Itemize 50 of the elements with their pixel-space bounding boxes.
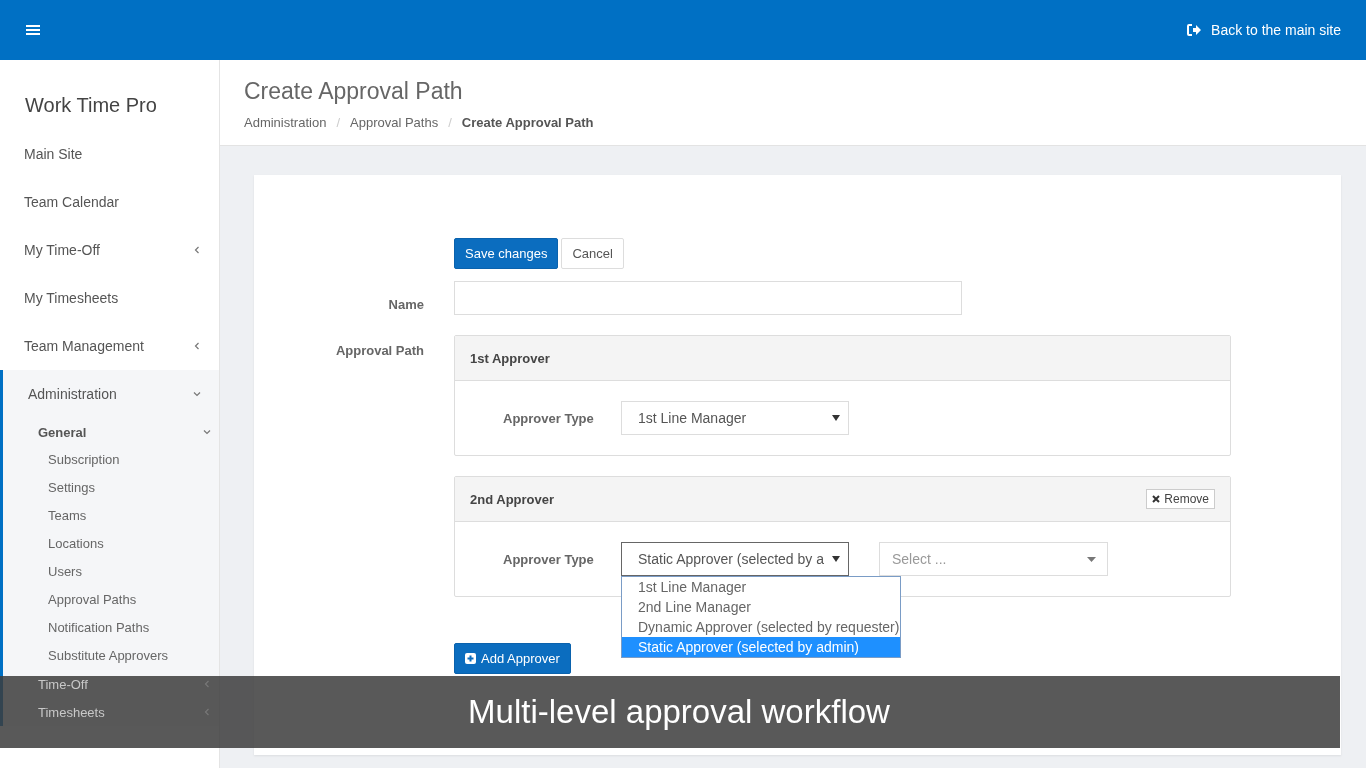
menu-icon[interactable] — [26, 24, 40, 36]
cancel-button[interactable]: Cancel — [561, 238, 624, 269]
sidebar-item[interactable]: Substitute Approvers — [3, 642, 219, 670]
sidebar-item[interactable]: Settings — [3, 474, 219, 502]
caret-icon — [832, 415, 840, 421]
sidebar-group[interactable]: General — [3, 418, 219, 446]
approver-type-select[interactable]: Static Approver (selected by a — [621, 542, 849, 576]
panel-title: 1st Approver — [470, 350, 550, 366]
add-approver-button[interactable]: Add Approver — [454, 643, 571, 674]
sidebar-item[interactable]: Administration — [3, 370, 219, 418]
dropdown-option[interactable]: 2nd Line Manager — [622, 597, 900, 617]
sidebar-item[interactable]: Main Site — [3, 130, 219, 178]
page-title: Create Approval Path — [244, 78, 464, 105]
sidebar-item[interactable]: Team Calendar — [3, 178, 219, 226]
dropdown-option[interactable]: Dynamic Approver (selected by requester) — [622, 617, 900, 637]
sidebar-item[interactable]: Approval Paths — [3, 586, 219, 614]
field-label: Name — [388, 297, 424, 312]
sidebar-item[interactable]: Users — [3, 558, 219, 586]
panel-title: 2nd Approver — [470, 491, 555, 507]
breadcrumb-separator: / — [336, 115, 340, 130]
sidebar-item[interactable]: Teams — [3, 502, 219, 530]
caret-icon — [832, 556, 840, 562]
sidebar-item[interactable]: My Time-Off — [3, 226, 219, 274]
brand-name: Work Time Pro — [24, 93, 158, 118]
caption-text: Multi-level approval workflow — [468, 693, 890, 731]
name-field[interactable] — [454, 281, 962, 315]
save-button[interactable]: Save changes — [454, 238, 559, 269]
approver-type-select[interactable]: 1st Line Manager — [621, 401, 849, 435]
sidebar-item[interactable]: Team Management — [3, 322, 219, 370]
caret-icon — [1087, 556, 1096, 562]
plus-icon — [465, 653, 476, 664]
dropdown-option[interactable]: Static Approver (selected by admin) — [622, 637, 900, 657]
back-link[interactable]: Back to the main site — [1187, 22, 1341, 38]
sidebar-item[interactable]: Subscription — [3, 446, 219, 474]
sign-out-icon — [1187, 24, 1202, 36]
sidebar-group[interactable]: Time-Off — [3, 670, 219, 698]
field-label: Approval Path — [335, 343, 424, 358]
close-icon — [1152, 495, 1161, 503]
breadcrumb-link[interactable]: Administration — [244, 115, 327, 130]
field-label: Approver Type — [503, 410, 595, 426]
remove-button[interactable]: Remove — [1146, 489, 1215, 509]
breadcrumb-link[interactable]: Approval Paths — [350, 115, 439, 130]
current-page-label: Create Approval Path — [461, 115, 594, 130]
field-label: Approver Type — [503, 551, 595, 567]
sidebar-group[interactable]: Timesheets — [3, 698, 219, 726]
sidebar-item[interactable]: Locations — [3, 530, 219, 558]
sidebar-item[interactable]: My Timesheets — [3, 274, 219, 322]
breadcrumb-separator: / — [448, 115, 452, 130]
sidebar-item[interactable]: Notification Paths — [3, 614, 219, 642]
dropdown-option[interactable]: 1st Line Manager — [622, 577, 900, 597]
